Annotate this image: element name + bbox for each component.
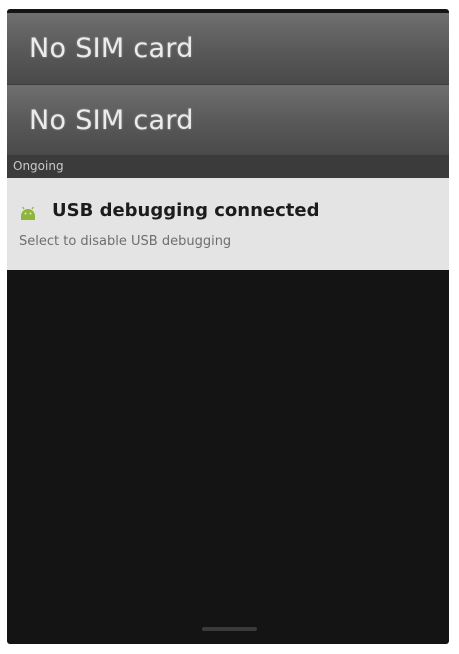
- panel-drag-handle[interactable]: [202, 627, 257, 631]
- ongoing-section-header: Ongoing: [7, 155, 449, 178]
- sim-status-label: No SIM card: [29, 33, 194, 64]
- usb-debugging-subtitle: Select to disable USB debugging: [19, 234, 232, 249]
- usb-debugging-title: USB debugging connected: [52, 200, 320, 221]
- notification-panel: No SIM card No SIM card Ongoing USB debu…: [7, 9, 449, 644]
- sim-status-row[interactable]: No SIM card: [7, 13, 449, 84]
- sim-status-row[interactable]: No SIM card: [7, 84, 449, 155]
- ongoing-header-label: Ongoing: [13, 159, 64, 173]
- usb-debugging-notification[interactable]: USB debugging connected Select to disabl…: [7, 178, 449, 270]
- sim-status-label: No SIM card: [29, 105, 194, 136]
- android-icon: [19, 205, 37, 223]
